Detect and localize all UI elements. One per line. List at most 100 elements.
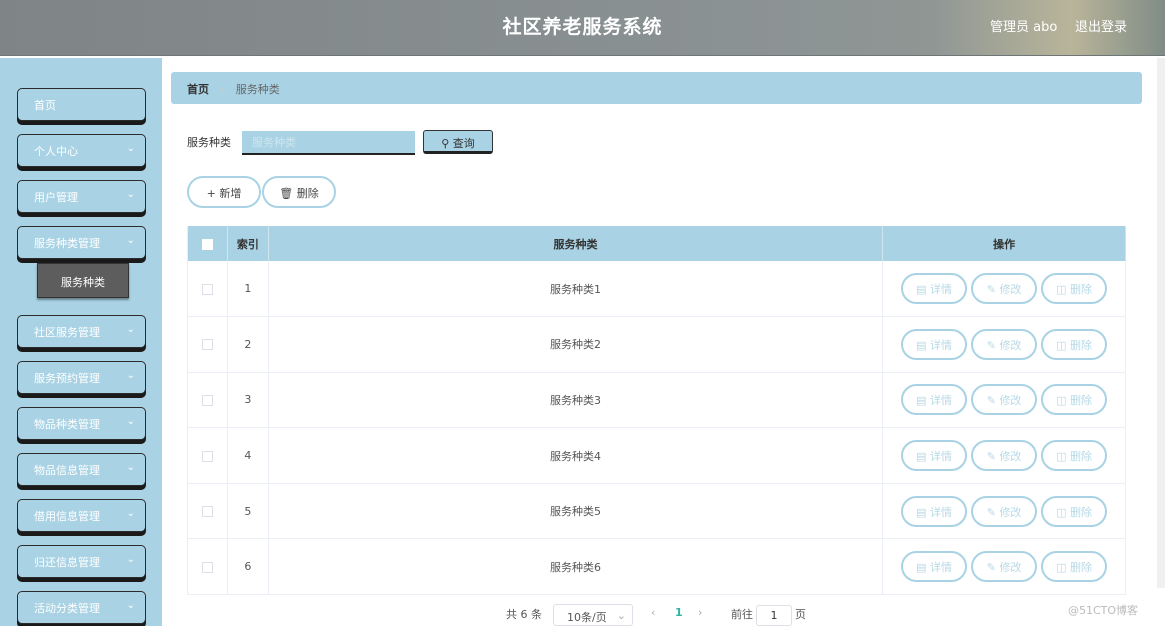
page-number-current[interactable]: 1 (675, 606, 683, 619)
pencil-icon: ✎ (986, 283, 1000, 297)
row-category: 服务种类1 (268, 261, 884, 318)
goto-page-input[interactable]: 1 (756, 605, 792, 626)
row-index: 3 (227, 372, 269, 429)
row-actions: ▤ 详情 ✎ 修改 ◫ 删除 (882, 483, 1126, 540)
table-row: 5 服务种类5 ▤ 详情 ✎ 修改 ◫ 删除 (187, 483, 1126, 540)
row-index: 4 (227, 427, 269, 484)
header-ops: 操作 (882, 226, 1126, 261)
detail-label: 详情 (930, 505, 953, 519)
delete-button[interactable]: ◫ 删除 (1041, 328, 1108, 360)
sidebar-item-service-category[interactable]: 服务种类管理 ⌄ (17, 226, 146, 259)
sidebar-item-item-info[interactable]: 物品信息管理 ⌄ (17, 453, 146, 486)
batch-delete-button[interactable]: 🗑︎ 删除 (262, 176, 336, 208)
sidebar-item-users[interactable]: 用户管理 ⌄ (17, 180, 146, 213)
sidebar-item-label: 首页 (34, 99, 56, 112)
table-row: 4 服务种类4 ▤ 详情 ✎ 修改 ◫ 删除 (187, 427, 1126, 484)
sidebar-item-borrow-info[interactable]: 借用信息管理 ⌄ (17, 499, 146, 532)
pencil-icon: ✎ (986, 450, 1000, 464)
breadcrumb-current: 服务种类 (235, 83, 280, 96)
row-select-cell (187, 538, 228, 596)
pencil-icon: ✎ (986, 505, 1000, 519)
delete-button[interactable]: ◫ 删除 (1041, 551, 1108, 583)
delete-button[interactable]: ◫ 删除 (1041, 440, 1108, 472)
scrollbar[interactable] (1157, 58, 1165, 588)
submenu-item-service-category[interactable]: 服务种类 (37, 263, 129, 298)
detail-label: 详情 (930, 394, 953, 408)
sidebar-item-home[interactable]: 首页 (17, 88, 146, 121)
delete-label: 删除 (1070, 394, 1093, 408)
row-checkbox[interactable] (201, 506, 213, 518)
sidebar-item-service-booking[interactable]: 服务预约管理 ⌄ (17, 361, 146, 394)
breadcrumb-separator: / (220, 83, 225, 96)
select-all-checkbox[interactable] (201, 238, 213, 250)
document-icon: ▤ (916, 338, 931, 352)
header-category: 服务种类 (268, 226, 884, 261)
sidebar-item-profile[interactable]: 个人中心 ⌄ (17, 134, 146, 167)
table-header-row: 索引 服务种类 操作 (187, 226, 1126, 261)
sidebar-item-community-service[interactable]: 社区服务管理 ⌄ (17, 315, 146, 348)
sidebar-item-label: 用户管理 (34, 191, 78, 204)
row-checkbox[interactable] (201, 450, 213, 462)
pencil-icon: ✎ (986, 394, 1000, 408)
delete-button[interactable]: ◫ 删除 (1041, 495, 1108, 527)
pagination-total: 共 6 条 (506, 608, 542, 621)
add-button[interactable]: + 新增 (187, 176, 261, 208)
sidebar-item-label: 个人中心 (34, 145, 78, 158)
detail-button[interactable]: ▤ 详情 (901, 495, 968, 527)
row-category: 服务种类5 (268, 483, 884, 540)
row-checkbox[interactable] (201, 394, 213, 406)
row-checkbox[interactable] (201, 561, 213, 573)
document-icon: ▤ (916, 561, 931, 575)
chevron-down-icon: ⌄ (126, 600, 135, 611)
row-actions: ▤ 详情 ✎ 修改 ◫ 删除 (882, 427, 1126, 484)
pencil-icon: ✎ (986, 561, 1000, 575)
page-size-select[interactable]: 10条/页 ⌄ (553, 604, 633, 626)
sidebar-item-label: 借用信息管理 (34, 510, 100, 523)
delete-label: 删除 (1070, 561, 1093, 575)
chevron-down-icon: ⌄ (126, 508, 135, 519)
sidebar-item-label: 物品信息管理 (34, 464, 100, 477)
prev-page-icon[interactable]: ‹ (651, 606, 655, 619)
breadcrumb-home[interactable]: 首页 (187, 83, 209, 96)
chevron-down-icon: ⌄ (126, 324, 135, 335)
edit-button[interactable]: ✎ 修改 (971, 328, 1038, 360)
detail-button[interactable]: ▤ 详情 (901, 273, 968, 305)
trash-icon: ◫ (1056, 394, 1071, 408)
sidebar-item-label: 归还信息管理 (34, 556, 100, 569)
add-button-label: 新增 (219, 187, 242, 200)
goto-label: 前往 (731, 608, 753, 621)
edit-button[interactable]: ✎ 修改 (971, 273, 1038, 305)
edit-button[interactable]: ✎ 修改 (971, 384, 1038, 416)
sidebar-item-item-category[interactable]: 物品种类管理 ⌄ (17, 407, 146, 440)
edit-button[interactable]: ✎ 修改 (971, 440, 1038, 472)
pencil-icon: ✎ (986, 338, 1000, 352)
chevron-down-icon: ⌄ (126, 416, 135, 427)
delete-label: 删除 (1070, 450, 1093, 464)
edit-button[interactable]: ✎ 修改 (971, 551, 1038, 583)
next-page-icon[interactable]: › (698, 606, 702, 619)
row-index: 6 (227, 538, 269, 596)
detail-button[interactable]: ▤ 详情 (901, 328, 968, 360)
row-actions: ▤ 详情 ✎ 修改 ◫ 删除 (882, 372, 1126, 429)
chevron-down-icon: ⌄ (126, 235, 135, 246)
delete-label: 删除 (1070, 505, 1093, 519)
sidebar-item-return-info[interactable]: 归还信息管理 ⌄ (17, 545, 146, 578)
sidebar-item-label: 活动分类管理 (34, 602, 100, 615)
delete-button[interactable]: ◫ 删除 (1041, 384, 1108, 416)
delete-button[interactable]: ◫ 删除 (1041, 273, 1108, 305)
detail-button[interactable]: ▤ 详情 (901, 384, 968, 416)
row-select-cell (187, 427, 228, 484)
row-checkbox[interactable] (201, 283, 213, 295)
edit-button[interactable]: ✎ 修改 (971, 495, 1038, 527)
edit-label: 修改 (999, 338, 1022, 352)
detail-button[interactable]: ▤ 详情 (901, 551, 968, 583)
row-checkbox[interactable] (201, 339, 213, 351)
logout-link[interactable]: 退出登录 (1075, 16, 1127, 35)
detail-button[interactable]: ▤ 详情 (901, 440, 968, 472)
search-input[interactable] (242, 131, 415, 155)
detail-label: 详情 (930, 450, 953, 464)
sidebar-item-activity-category[interactable]: 活动分类管理 ⌄ (17, 591, 146, 624)
edit-label: 修改 (999, 394, 1022, 408)
detail-label: 详情 (930, 283, 953, 297)
search-button[interactable]: ⚲ 查询 (423, 130, 493, 154)
